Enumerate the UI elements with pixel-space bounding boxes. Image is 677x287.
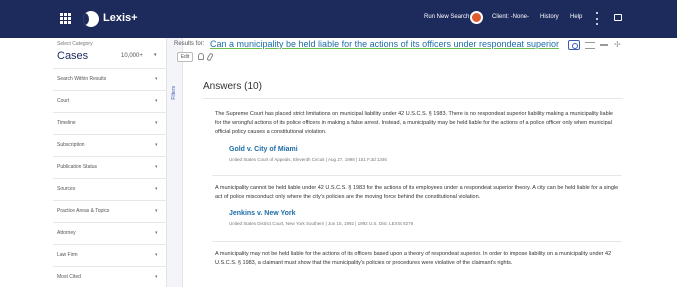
chevron-down-icon[interactable]: ▾ [155, 98, 158, 104]
facet-court[interactable]: Court ▾ [53, 90, 167, 112]
chat-icon[interactable] [614, 14, 622, 21]
facet-timeline[interactable]: Timeline ▾ [53, 112, 167, 134]
facet-label: Publication Status [57, 164, 98, 170]
case-metadata: United States Court of Appeals, Eleventh… [229, 157, 387, 162]
facet-law-firm[interactable]: Law Firm ▾ [53, 244, 167, 266]
divider [212, 241, 622, 242]
edit-query-button[interactable]: Edit [177, 52, 193, 62]
category-selector[interactable]: Cases [57, 50, 88, 62]
run-search-badge-icon[interactable] [470, 11, 483, 24]
settings-icon[interactable]: ✢ [614, 40, 622, 50]
chevron-down-icon[interactable]: ▾ [155, 76, 158, 82]
chevron-down-icon[interactable]: ▾ [155, 252, 158, 258]
answer-text: The Supreme Court has placed strict limi… [215, 111, 613, 135]
chevron-down-icon[interactable]: ▾ [155, 186, 158, 192]
lexis-logo-icon[interactable] [83, 11, 99, 27]
bell-icon[interactable] [198, 53, 204, 60]
help-link[interactable]: Help [570, 14, 582, 20]
paperclip-icon[interactable] [206, 52, 214, 62]
grid-menu-icon[interactable] [60, 13, 71, 24]
history-link[interactable]: History [540, 14, 559, 20]
facet-label: Search Within Results [57, 76, 107, 82]
case-title-link[interactable]: Gold v. City of Miami [229, 146, 298, 153]
facet-label: Sources [57, 186, 76, 192]
app-logo-text[interactable]: Lexis+ [103, 12, 138, 24]
run-new-search-link[interactable]: Run New Search [424, 14, 469, 20]
facet-label: Law Firm [57, 252, 78, 258]
chevron-down-icon[interactable]: ▾ [155, 120, 158, 126]
facet-label: Subscription [57, 142, 85, 148]
case-metadata: United States District Court, New York S… [229, 221, 414, 226]
facet-publication-status[interactable]: Publication Status ▾ [53, 156, 167, 178]
answer-text: A municipality may not be held liable fo… [215, 251, 612, 266]
facet-label: Most Cited [57, 274, 81, 280]
facet-label: Practice Areas & Topics [57, 208, 110, 214]
chevron-down-icon[interactable]: ▾ [155, 142, 158, 148]
facet-attorney[interactable]: Attorney ▾ [53, 222, 167, 244]
chevron-down-icon[interactable]: ▾ [155, 230, 158, 236]
search-query[interactable]: Can a municipality be held liable for th… [210, 39, 559, 49]
facet-label: Attorney [57, 230, 76, 236]
top-navigation-bar: Lexis+ Run New Search Client: -None- His… [0, 0, 677, 38]
divider [203, 98, 623, 99]
chevron-down-icon[interactable]: ▾ [155, 208, 158, 214]
facet-most-cited[interactable]: Most Cited ▾ [53, 266, 167, 287]
facet-sources[interactable]: Sources ▾ [53, 178, 167, 200]
facet-label: Timeline [57, 120, 76, 126]
list-view-icon[interactable] [585, 42, 595, 49]
chevron-down-icon[interactable]: ▾ [154, 52, 157, 58]
client-selector[interactable]: Client: -None- [492, 14, 529, 20]
category-count: 10,000+ [121, 53, 143, 59]
filters-tab[interactable]: Filters [167, 38, 183, 287]
facet-practice-areas-topics[interactable]: Practice Areas & Topics ▾ [53, 200, 167, 222]
kebab-menu-icon[interactable] [596, 12, 599, 25]
results-for-label: Results for: [174, 41, 205, 47]
divider [212, 175, 622, 176]
chevron-down-icon[interactable]: ▾ [155, 164, 158, 170]
answers-view-icon[interactable] [568, 40, 580, 50]
collapse-view-icon[interactable] [600, 44, 608, 46]
facet-search-within-results[interactable]: Search Within Results ▾ [53, 68, 167, 90]
case-title-link[interactable]: Jenkins v. New York [229, 210, 296, 217]
filters-tab-label[interactable]: Filters [171, 86, 177, 100]
chevron-down-icon[interactable]: ▾ [155, 274, 158, 280]
facet-subscription[interactable]: Subscription ▾ [53, 134, 167, 156]
filter-sidebar: Select Category Cases 10,000+ ▾ Search W… [53, 38, 167, 287]
select-category-label: Select Category [57, 41, 93, 47]
facet-label: Court [57, 98, 70, 104]
answer-text: A municipality cannot be held liable und… [215, 185, 619, 200]
answers-heading: Answers (10) [203, 81, 262, 92]
